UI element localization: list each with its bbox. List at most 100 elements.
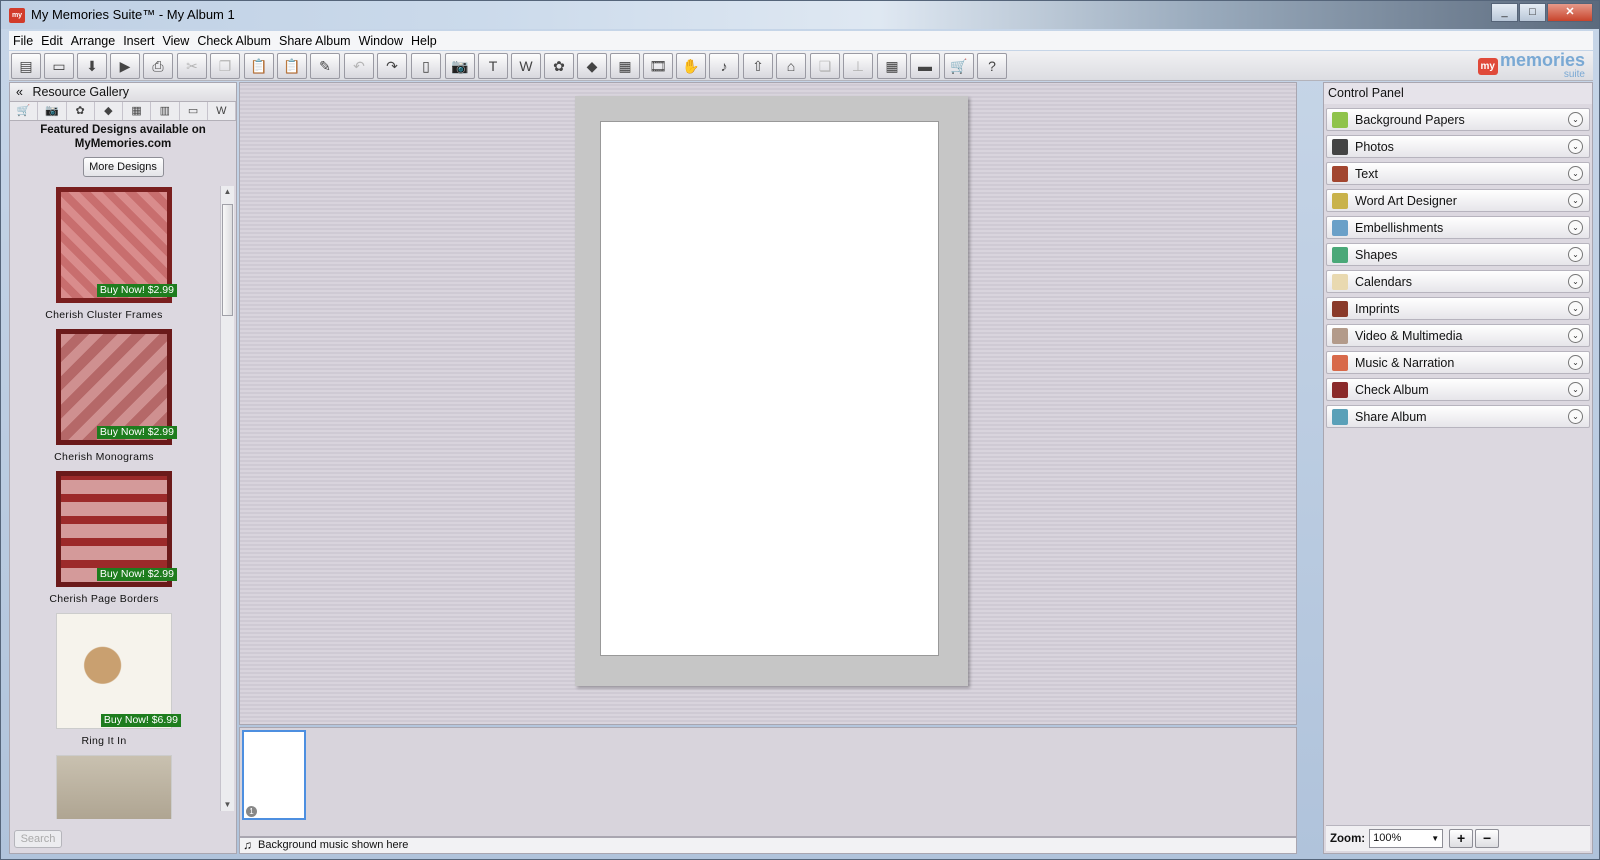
tab-layouts-icon[interactable]: ▥ bbox=[151, 102, 180, 120]
scroll-up-icon[interactable]: ▲ bbox=[221, 186, 234, 198]
imprint-icon[interactable]: ▦ bbox=[610, 53, 640, 79]
menu-share-album[interactable]: Share Album bbox=[275, 34, 355, 48]
tab-word-art-icon[interactable]: W bbox=[208, 102, 236, 120]
zoom-in-button[interactable]: + bbox=[1449, 829, 1474, 848]
tab-store-icon[interactable]: 🛒 bbox=[10, 102, 39, 120]
group-icon[interactable]: ❏ bbox=[810, 53, 840, 79]
scroll-down-icon[interactable]: ▼ bbox=[221, 799, 234, 811]
tab-papers-icon[interactable]: ▭ bbox=[180, 102, 208, 120]
help-icon[interactable]: ? bbox=[977, 53, 1007, 79]
cut-icon[interactable]: ✂ bbox=[177, 53, 207, 79]
expand-chevron-icon[interactable]: ⌄ bbox=[1568, 247, 1583, 262]
zoom-select[interactable]: 100% ▼ bbox=[1369, 829, 1444, 848]
expand-chevron-icon[interactable]: ⌄ bbox=[1568, 301, 1583, 316]
gallery-scrollbar[interactable]: ▲ ▼ bbox=[220, 186, 234, 811]
expand-chevron-icon[interactable]: ⌄ bbox=[1568, 274, 1583, 289]
redo-icon[interactable]: ↷ bbox=[377, 53, 407, 79]
menu-arrange[interactable]: Arrange bbox=[67, 34, 119, 48]
album-page[interactable] bbox=[600, 121, 939, 656]
buy-now-badge[interactable]: Buy Now! $2.99 bbox=[96, 284, 177, 297]
hand-icon[interactable]: ✋ bbox=[676, 53, 706, 79]
control-panel-item[interactable]: Background Papers ⌄ bbox=[1326, 108, 1590, 131]
tools-icon[interactable]: ✎ bbox=[310, 53, 340, 79]
tab-imprints-icon[interactable]: ▦ bbox=[123, 102, 152, 120]
control-panel-item[interactable]: Shapes ⌄ bbox=[1326, 243, 1590, 266]
copy-icon[interactable]: ❐ bbox=[210, 53, 240, 79]
scroll-thumb[interactable] bbox=[222, 204, 233, 316]
undo-icon[interactable]: ↶ bbox=[344, 53, 374, 79]
close-button[interactable]: ✕ bbox=[1547, 3, 1593, 22]
text-tool-icon[interactable]: T bbox=[478, 53, 508, 79]
minimize-button[interactable]: _ bbox=[1491, 3, 1518, 22]
collapse-panel-icon[interactable]: « bbox=[16, 85, 23, 99]
cart-icon[interactable]: 🛒 bbox=[944, 53, 974, 79]
word-art-icon[interactable]: W bbox=[511, 53, 541, 79]
filmstrip-icon[interactable]: ▬ bbox=[910, 53, 940, 79]
buy-now-badge[interactable]: Buy Now! $6.99 bbox=[100, 714, 181, 727]
paste-special-icon[interactable]: 📋 bbox=[277, 53, 307, 79]
print-icon[interactable]: ⎙ bbox=[143, 53, 173, 79]
zoom-out-button[interactable]: − bbox=[1475, 829, 1500, 848]
expand-chevron-icon[interactable]: ⌄ bbox=[1568, 166, 1583, 181]
control-panel-item[interactable]: Text ⌄ bbox=[1326, 162, 1590, 185]
camera-icon[interactable]: 📷 bbox=[445, 53, 475, 79]
page-thumbnail[interactable]: 1 bbox=[242, 730, 306, 820]
menu-file[interactable]: File bbox=[9, 34, 37, 48]
control-panel-item[interactable]: Calendars ⌄ bbox=[1326, 270, 1590, 293]
gallery-item-thumbnail[interactable]: Buy Now! $2.99 bbox=[56, 187, 177, 303]
shapes-icon[interactable]: ◆ bbox=[577, 53, 607, 79]
expand-chevron-icon[interactable]: ⌄ bbox=[1568, 193, 1583, 208]
expand-chevron-icon[interactable]: ⌄ bbox=[1568, 220, 1583, 235]
control-panel-item-label: Check Album bbox=[1355, 383, 1429, 397]
album-page-mat[interactable] bbox=[575, 96, 968, 686]
new-album-icon[interactable]: ▤ bbox=[11, 53, 41, 79]
search-button[interactable]: Search bbox=[14, 830, 62, 848]
menu-help[interactable]: Help bbox=[407, 34, 441, 48]
music-icon[interactable]: ♪ bbox=[709, 53, 739, 79]
tab-embellishments-icon[interactable]: ✿ bbox=[67, 102, 95, 120]
new-page-icon[interactable]: ▯ bbox=[411, 53, 441, 79]
open-icon[interactable]: ▭ bbox=[44, 53, 74, 79]
control-panel-item[interactable]: Share Album ⌄ bbox=[1326, 405, 1590, 428]
control-panel-item[interactable]: Music & Narration ⌄ bbox=[1326, 351, 1590, 374]
expand-chevron-icon[interactable]: ⌄ bbox=[1568, 355, 1583, 370]
send-back-icon[interactable]: ⌂ bbox=[776, 53, 806, 79]
buy-now-badge[interactable]: Buy Now! $2.99 bbox=[96, 568, 177, 581]
menu-edit[interactable]: Edit bbox=[37, 34, 67, 48]
expand-chevron-icon[interactable]: ⌄ bbox=[1568, 382, 1583, 397]
expand-chevron-icon[interactable]: ⌄ bbox=[1568, 409, 1583, 424]
bring-front-icon[interactable]: ⇧ bbox=[743, 53, 773, 79]
menu-window[interactable]: Window bbox=[355, 34, 407, 48]
control-panel-item[interactable]: Photos ⌄ bbox=[1326, 135, 1590, 158]
gallery-item-thumbnail[interactable]: Buy Now! $2.99 bbox=[56, 471, 177, 587]
expand-chevron-icon[interactable]: ⌄ bbox=[1568, 139, 1583, 154]
save-icon[interactable]: ⬇ bbox=[77, 53, 107, 79]
control-panel-item[interactable]: Video & Multimedia ⌄ bbox=[1326, 324, 1590, 347]
gallery-item-thumbnail[interactable]: Buy Now! $2.99 bbox=[56, 329, 177, 445]
align-icon[interactable]: ⊥ bbox=[843, 53, 873, 79]
menu-view[interactable]: View bbox=[158, 34, 193, 48]
paste-icon[interactable]: 📋 bbox=[244, 53, 274, 79]
expand-chevron-icon[interactable]: ⌄ bbox=[1568, 328, 1583, 343]
gallery-item-thumbnail[interactable] bbox=[56, 755, 172, 819]
title-bar[interactable]: my My Memories Suite™ - My Album 1 _ □ ✕ bbox=[1, 1, 1599, 29]
control-panel-item[interactable]: Imprints ⌄ bbox=[1326, 297, 1590, 320]
grid-icon[interactable]: ▦ bbox=[877, 53, 907, 79]
tab-photos-icon[interactable]: 📷 bbox=[38, 102, 67, 120]
menu-insert[interactable]: Insert bbox=[119, 34, 158, 48]
control-panel-item[interactable]: Word Art Designer ⌄ bbox=[1326, 189, 1590, 212]
gallery-item-thumbnail[interactable]: Buy Now! $6.99 bbox=[56, 613, 181, 729]
control-panel-item[interactable]: Embellishments ⌄ bbox=[1326, 216, 1590, 239]
background-music-bar[interactable]: ♫ Background music shown here bbox=[239, 837, 1297, 854]
more-designs-button[interactable]: More Designs bbox=[82, 157, 164, 177]
menu-check-album[interactable]: Check Album bbox=[193, 34, 275, 48]
buy-now-badge[interactable]: Buy Now! $2.99 bbox=[96, 426, 177, 439]
tab-shapes-icon[interactable]: ◆ bbox=[95, 102, 123, 120]
embellishment-icon[interactable]: ✿ bbox=[544, 53, 574, 79]
video-icon[interactable]: 🎞 bbox=[643, 53, 673, 79]
control-panel-item[interactable]: Check Album ⌄ bbox=[1326, 378, 1590, 401]
maximize-button[interactable]: □ bbox=[1519, 3, 1546, 22]
expand-chevron-icon[interactable]: ⌄ bbox=[1568, 112, 1583, 127]
page-workspace[interactable] bbox=[239, 82, 1297, 725]
play-icon[interactable]: ▶ bbox=[110, 53, 140, 79]
